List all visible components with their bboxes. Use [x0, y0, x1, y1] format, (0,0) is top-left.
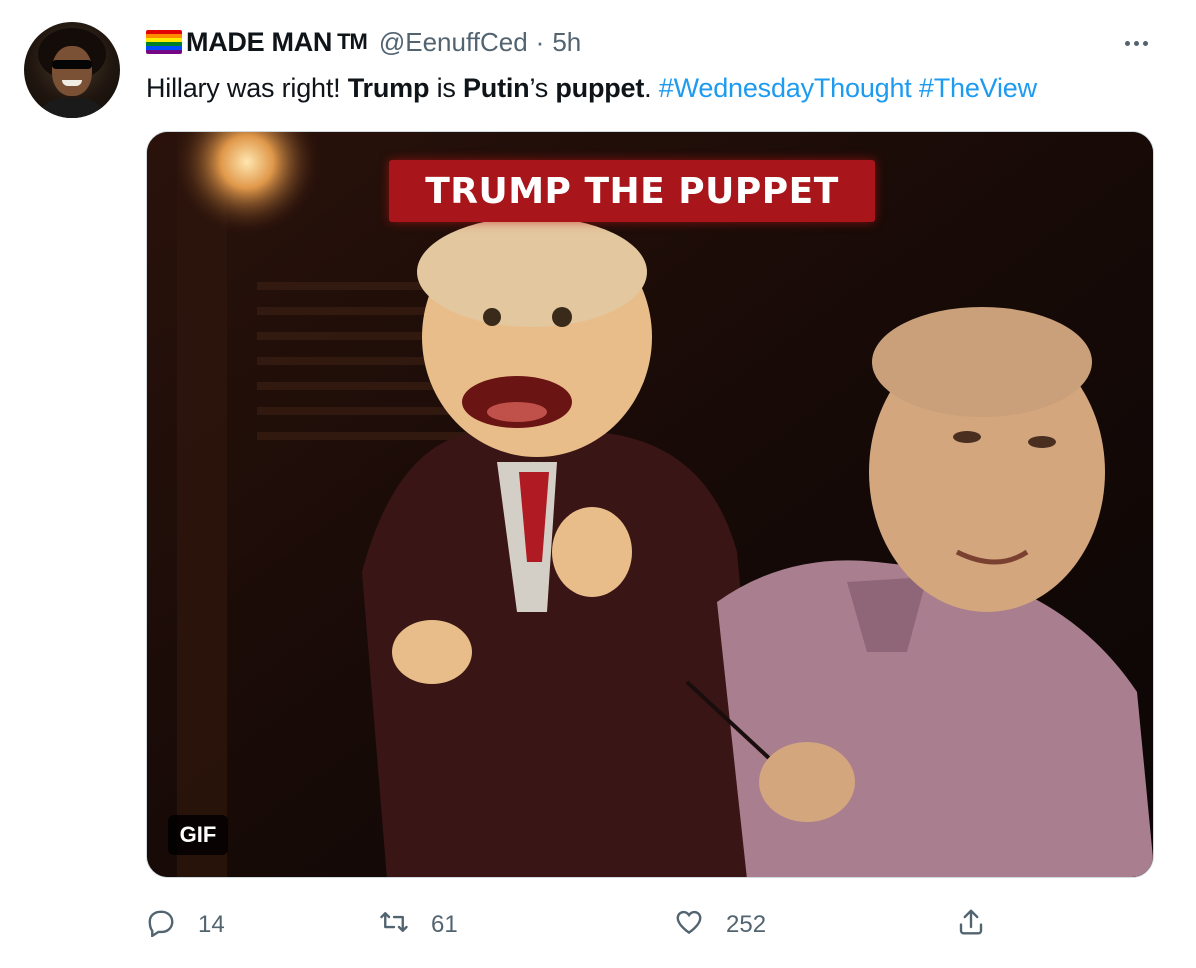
- retweet-button[interactable]: 61: [379, 900, 458, 950]
- text-bold: Putin: [462, 73, 530, 103]
- flag-stripe: [146, 50, 182, 54]
- hashtag-link[interactable]: #TheView: [919, 73, 1037, 103]
- retweet-icon: [379, 907, 409, 944]
- reply-count: 14: [198, 911, 225, 938]
- gif-media[interactable]: TRUMP THE PUPPET GIF: [146, 131, 1154, 878]
- text-segment: Hillary was right!: [146, 73, 348, 103]
- tweet-header: MADE MAN TM @EenuffCed · 5h: [146, 25, 581, 59]
- more-icon[interactable]: [1116, 28, 1156, 58]
- separator-dot: ·: [535, 26, 545, 57]
- gif-image: [147, 132, 1153, 877]
- gif-title-overlay: TRUMP THE PUPPET: [389, 160, 875, 222]
- text-segment: ’s: [529, 73, 556, 103]
- avatar[interactable]: [24, 22, 120, 118]
- like-count: 252: [726, 911, 767, 938]
- rainbow-flag-icon: [146, 30, 182, 54]
- text-bold: puppet: [555, 73, 645, 103]
- reply-button[interactable]: 14: [146, 900, 225, 950]
- text-segment: is: [429, 73, 463, 103]
- handle[interactable]: @EenuffCed: [379, 27, 528, 58]
- retweet-count: 61: [431, 911, 458, 938]
- gif-badge: GIF: [168, 815, 228, 855]
- text-bold: Trump: [347, 73, 430, 103]
- text-segment: .: [644, 73, 659, 103]
- like-icon: [674, 907, 704, 944]
- tweet[interactable]: MADE MAN TM @EenuffCed · 5h Hillary was …: [0, 0, 1196, 968]
- timestamp[interactable]: 5h: [552, 27, 581, 58]
- reply-icon: [146, 907, 176, 944]
- action-bar: 14 61 252: [146, 900, 1154, 950]
- trademark-mark: TM: [337, 29, 368, 54]
- share-icon: [956, 907, 986, 944]
- tweet-text: Hillary was right! Trump is Putin’s pupp…: [146, 70, 1037, 106]
- like-button[interactable]: 252: [674, 900, 766, 950]
- share-button[interactable]: [956, 900, 986, 950]
- display-name[interactable]: MADE MAN: [186, 27, 332, 58]
- hashtag-link[interactable]: #WednesdayThought: [659, 73, 912, 103]
